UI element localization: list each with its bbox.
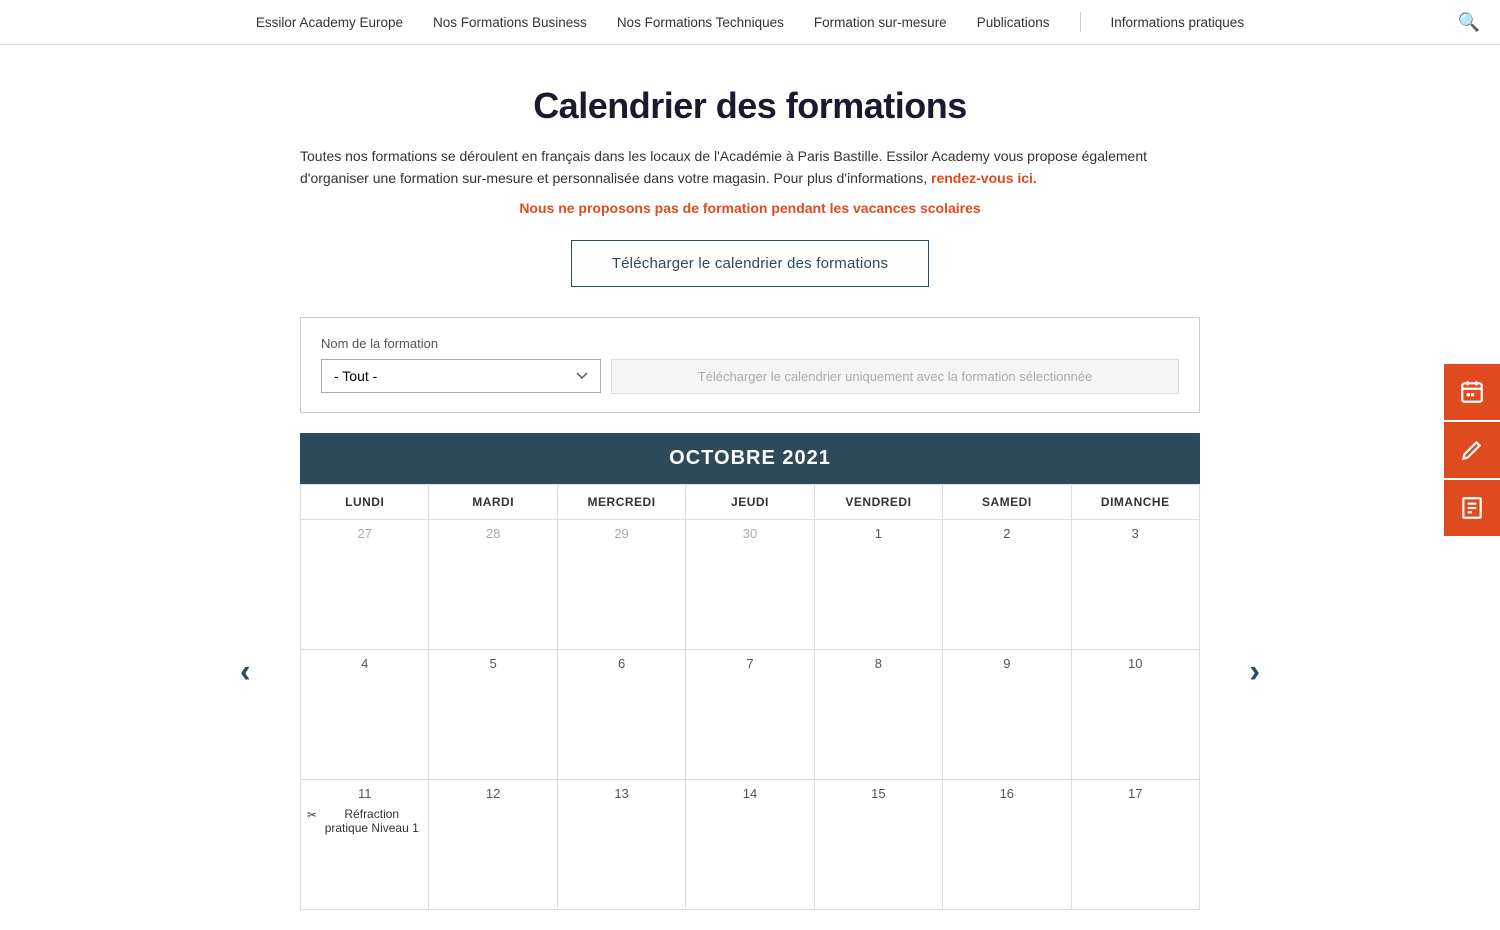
day-number: 7 — [692, 654, 807, 673]
calendar-day-cell: 17 — [1071, 779, 1199, 909]
day-number: 13 — [564, 784, 679, 803]
calendar-day-cell: 3 — [1071, 519, 1199, 649]
calendar-day-cell: 28 — [429, 519, 557, 649]
day-number: 9 — [949, 654, 1064, 673]
day-number: 28 — [435, 524, 550, 543]
day-number: 30 — [692, 524, 807, 543]
calendar-day-cell: 27 — [301, 519, 429, 649]
description: Toutes nos formations se déroulent en fr… — [300, 145, 1200, 190]
formation-select[interactable]: - Tout - — [321, 359, 601, 393]
nav-item-4[interactable]: Publications — [977, 15, 1050, 30]
calendar-day-header: LUNDI — [301, 484, 429, 519]
calendar-day-cell: 8 — [814, 649, 942, 779]
calendar-wrapper: ‹ › OCTOBRE 2021 LUNDIMARDIMERCREDIJEUDI… — [300, 433, 1200, 910]
calendar-day-header: SAMEDI — [943, 484, 1071, 519]
calendar-day-header: JEUDI — [686, 484, 814, 519]
calendar-day-header: MARDI — [429, 484, 557, 519]
sidebar-buttons — [1444, 364, 1500, 536]
calendar-day-cell: 9 — [943, 649, 1071, 779]
nav-item-3[interactable]: Formation sur-mesure — [814, 15, 947, 30]
event-icon: ✂ — [307, 808, 317, 822]
nav-item-2[interactable]: Nos Formations Techniques — [617, 15, 784, 30]
next-month-arrow[interactable]: › — [1249, 653, 1260, 690]
day-number: 16 — [949, 784, 1064, 803]
filter-download-button: Télécharger le calendrier uniquement ave… — [611, 359, 1179, 394]
calendar-day-header: VENDREDI — [814, 484, 942, 519]
day-number: 3 — [1078, 524, 1193, 543]
calendar-day-header: DIMANCHE — [1071, 484, 1199, 519]
calendar-day-cell: 14 — [686, 779, 814, 909]
main-nav: Essilor Academy Europe Nos Formations Bu… — [0, 0, 1500, 45]
event-item[interactable]: ✂ Réfraction pratique Niveau 1 — [307, 807, 422, 835]
calendar-day-cell: 5 — [429, 649, 557, 779]
calendar-month-header: OCTOBRE 2021 — [300, 433, 1200, 484]
calendar-day-cell: 7 — [686, 649, 814, 779]
filter-box: Nom de la formation - Tout - Télécharger… — [300, 317, 1200, 413]
day-number: 10 — [1078, 654, 1193, 673]
day-number: 4 — [307, 654, 422, 673]
day-number: 15 — [821, 784, 936, 803]
calendar-week-row: 456789 10 — [301, 649, 1200, 779]
event-text: Réfraction pratique Niveau 1 — [321, 807, 422, 835]
calendar-day-cell: 15 — [814, 779, 942, 909]
calendar-week-row: 11 ✂ Réfraction pratique Niveau 1 12 13 14 15 1… — [301, 779, 1200, 909]
filter-row: - Tout - Télécharger le calendrier uniqu… — [321, 359, 1179, 394]
sidebar-calendar-button[interactable] — [1444, 364, 1500, 420]
day-number: 5 — [435, 654, 550, 673]
calendar-day-cell: 29 — [557, 519, 685, 649]
day-number: 17 — [1078, 784, 1193, 803]
download-calendar-button[interactable]: Télécharger le calendrier des formations — [571, 240, 929, 287]
search-icon[interactable]: 🔍 — [1458, 12, 1480, 33]
day-number: 11 — [307, 784, 422, 803]
calendar-day-cell: 6 — [557, 649, 685, 779]
calendar-day-cell: 30 — [686, 519, 814, 649]
calendar-day-cell: 10 — [1071, 649, 1199, 779]
nav-item-1[interactable]: Nos Formations Business — [433, 15, 587, 30]
calendar-day-header: MERCREDI — [557, 484, 685, 519]
sidebar-edit-button[interactable] — [1444, 422, 1500, 478]
calendar-day-cell: 4 — [301, 649, 429, 779]
holiday-notice: Nous ne proposons pas de formation penda… — [300, 200, 1200, 216]
day-number: 8 — [821, 654, 936, 673]
day-number: 2 — [949, 524, 1064, 543]
calendar-day-cell: 2 — [943, 519, 1071, 649]
day-number: 29 — [564, 524, 679, 543]
day-number: 27 — [307, 524, 422, 543]
day-number: 6 — [564, 654, 679, 673]
day-number: 12 — [435, 784, 550, 803]
description-link[interactable]: rendez-vous ici. — [931, 170, 1037, 186]
nav-item-5[interactable]: Informations pratiques — [1111, 15, 1245, 30]
day-number: 14 — [692, 784, 807, 803]
calendar-grid: LUNDIMARDIMERCREDIJEUDIVENDREDISAMEDIDIM… — [300, 484, 1200, 910]
filter-label: Nom de la formation — [321, 336, 1179, 351]
prev-month-arrow[interactable]: ‹ — [240, 653, 251, 690]
calendar-day-cell: 12 — [429, 779, 557, 909]
page-title: Calendrier des formations — [300, 85, 1200, 127]
nav-item-0[interactable]: Essilor Academy Europe — [256, 15, 403, 30]
day-number: 1 — [821, 524, 936, 543]
calendar-day-cell: 16 — [943, 779, 1071, 909]
nav-divider — [1080, 12, 1081, 32]
calendar-week-row: 27 28 29 30 123 — [301, 519, 1200, 649]
calendar-header-row: LUNDIMARDIMERCREDIJEUDIVENDREDISAMEDIDIM… — [301, 484, 1200, 519]
main-content: Calendrier des formations Toutes nos for… — [280, 45, 1220, 930]
sidebar-form-button[interactable] — [1444, 480, 1500, 536]
calendar-day-cell: 13 — [557, 779, 685, 909]
calendar-day-cell: 1 — [814, 519, 942, 649]
calendar-day-cell: 11 ✂ Réfraction pratique Niveau 1 — [301, 779, 429, 909]
